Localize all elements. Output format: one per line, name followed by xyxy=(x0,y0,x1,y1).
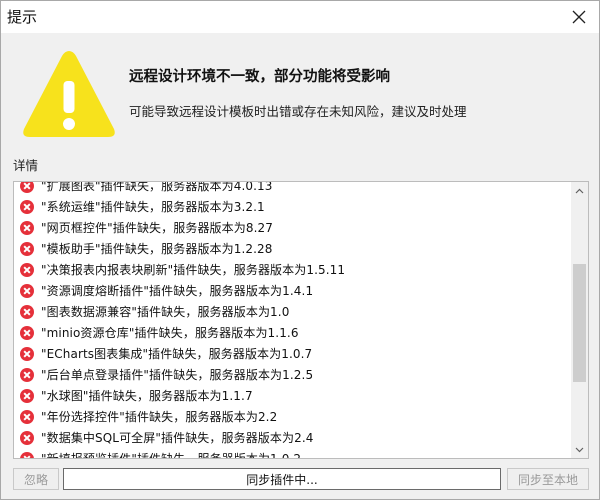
dialog-title: 提示 xyxy=(7,8,38,26)
chevron-up-icon xyxy=(575,188,584,193)
details-label: 详情 xyxy=(13,158,39,173)
warning-headline: 远程设计环境不一致，部分功能将受影响 xyxy=(129,69,390,85)
close-button[interactable] xyxy=(565,3,593,31)
scroll-down-button[interactable] xyxy=(571,441,588,458)
error-circle-icon xyxy=(20,304,34,319)
error-circle-icon xyxy=(20,220,34,235)
list-item: "资源调度熔断插件"插件缺失，服务器版本为1.4.1 xyxy=(14,280,570,301)
list-item: "水球图"插件缺失，服务器版本为1.1.7 xyxy=(14,385,570,406)
error-circle-icon xyxy=(20,262,34,277)
list-item: "新填报预览插件"插件缺失，服务器版本为1.0.2 xyxy=(14,448,570,458)
warning-description: 可能导致远程设计模板时出错或存在未知风险，建议及时处理 xyxy=(129,104,467,119)
error-circle-icon xyxy=(20,199,34,214)
chevron-down-icon xyxy=(575,447,584,452)
list-item: "模板助手"插件缺失，服务器版本为1.2.28 xyxy=(14,238,570,259)
sync-progress-bar: 同步插件中... xyxy=(63,468,501,490)
error-circle-icon xyxy=(20,451,34,458)
list-item: "图表数据源兼容"插件缺失，服务器版本为1.0 xyxy=(14,301,570,322)
list-item: "年份选择控件"插件缺失，服务器版本为2.2 xyxy=(14,406,570,427)
list-item: "决策报表内报表块刷新"插件缺失，服务器版本为1.5.11 xyxy=(14,259,570,280)
scroll-up-button[interactable] xyxy=(571,182,588,199)
error-circle-icon xyxy=(20,325,34,340)
error-circle-icon xyxy=(20,388,34,403)
ignore-button[interactable]: 忽略 xyxy=(13,468,59,490)
list-item: "ECharts图表集成"插件缺失，服务器版本为1.0.7 xyxy=(14,343,570,364)
error-circle-icon xyxy=(20,346,34,361)
list-item: "网页框控件"插件缺失，服务器版本为8.27 xyxy=(14,217,570,238)
list-item: "minio资源仓库"插件缺失，服务器版本为1.1.6 xyxy=(14,322,570,343)
error-circle-icon xyxy=(20,283,34,298)
title-bar: 提示 xyxy=(1,1,599,33)
vertical-scrollbar[interactable] xyxy=(571,182,588,458)
list-item: "系统运维"插件缺失，服务器版本为3.2.1 xyxy=(14,196,570,217)
error-circle-icon xyxy=(20,241,34,256)
list-item: "扩展图表"插件缺失，服务器版本为4.0.13 xyxy=(14,182,570,196)
error-circle-icon xyxy=(20,409,34,424)
error-circle-icon xyxy=(20,182,34,193)
details-list: "扩展图表"插件缺失，服务器版本为4.0.13 "系统运维"插件缺失，服务器版本… xyxy=(14,182,570,458)
list-item: "后台单点登录插件"插件缺失，服务器版本为1.2.5 xyxy=(14,364,570,385)
details-list-box[interactable]: "扩展图表"插件缺失，服务器版本为4.0.13 "系统运维"插件缺失，服务器版本… xyxy=(13,181,589,459)
close-icon xyxy=(572,10,586,24)
sync-to-local-button[interactable]: 同步至本地 xyxy=(507,468,589,490)
error-circle-icon xyxy=(20,367,34,382)
warning-triangle-icon xyxy=(23,51,115,137)
prompt-dialog: 提示 远程设计环境不一致，部分功能将受影响 可能导致远程设计模板时出错或存在未知… xyxy=(0,0,600,500)
list-item: "数据集中SQL可全屏"插件缺失，服务器版本为2.4 xyxy=(14,427,570,448)
error-circle-icon xyxy=(20,430,34,445)
scrollbar-thumb[interactable] xyxy=(573,264,586,382)
